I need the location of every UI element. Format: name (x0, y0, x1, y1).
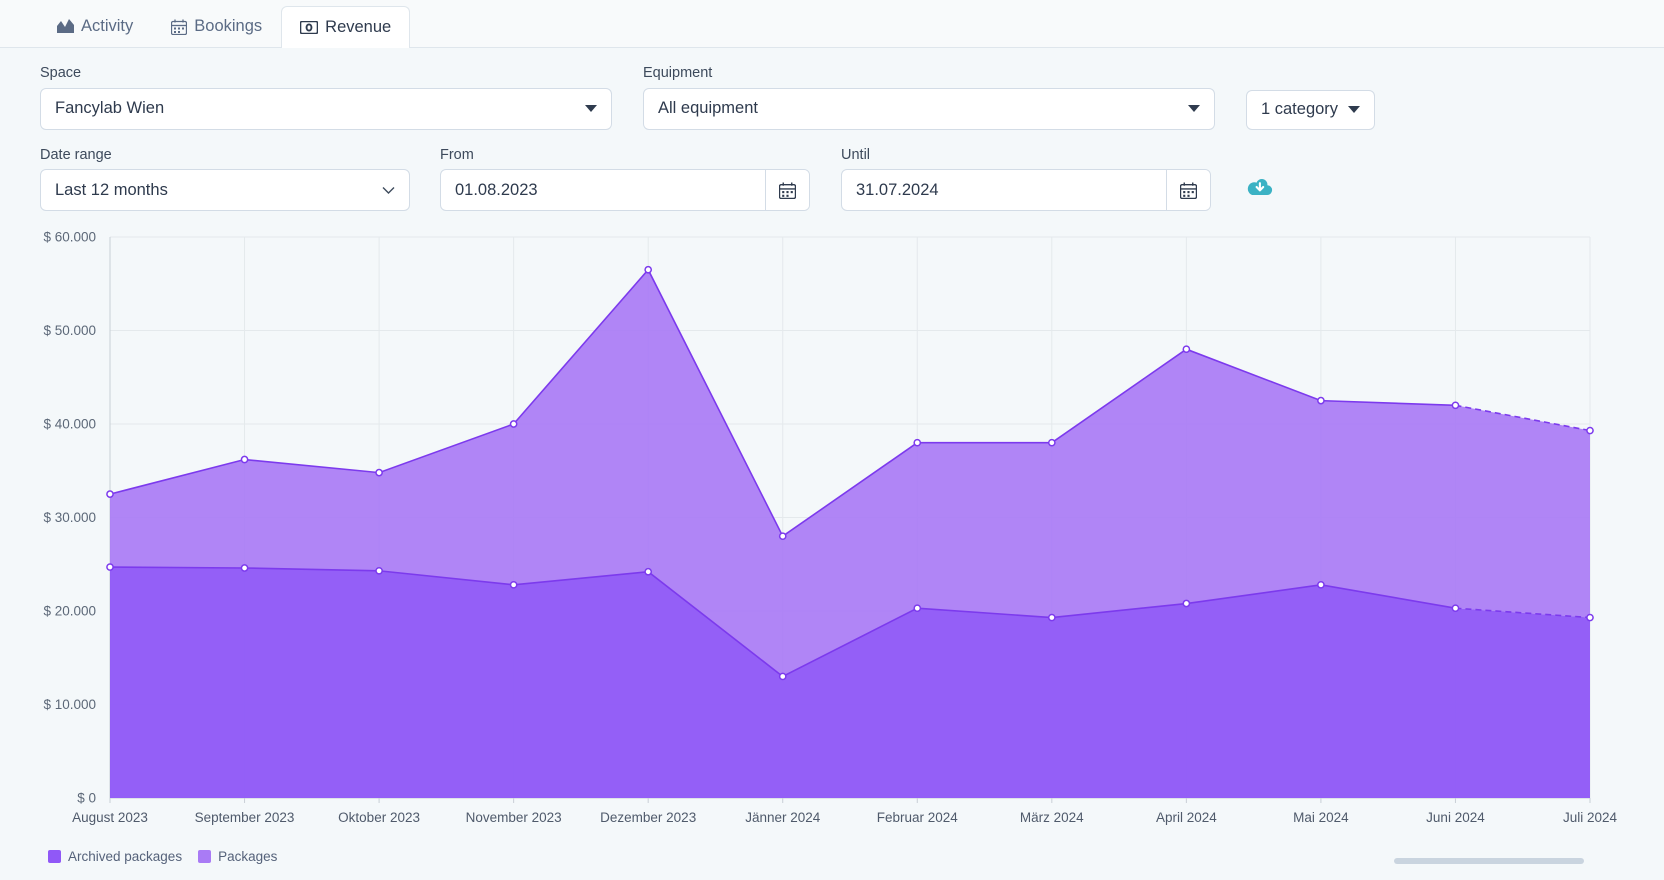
x-tick-label: Juni 2024 (1426, 810, 1485, 825)
category-field: 1 category (1246, 89, 1376, 130)
x-tick-label: August 2023 (72, 810, 148, 825)
chart-data-point[interactable] (1317, 580, 1325, 589)
x-tick-label: Mai 2024 (1293, 810, 1349, 825)
money-icon (300, 20, 319, 34)
until-input[interactable]: 31.07.2024 (841, 169, 1211, 211)
x-tick-label: September 2023 (195, 810, 295, 825)
chart-data-point[interactable] (1047, 438, 1056, 447)
from-value: 01.08.2023 (455, 180, 538, 199)
x-tick-label: Juli 2024 (1563, 810, 1618, 825)
filters-row-2: Date range Last 12 months From 01.08.202… (40, 146, 1624, 211)
x-tick-label: November 2023 (466, 810, 562, 825)
legend-label-archived: Archived packages (68, 849, 183, 864)
y-tick-label: $ 60.000 (43, 230, 96, 245)
chart-data-point[interactable] (1451, 604, 1460, 613)
category-value: 1 category (1261, 100, 1339, 118)
y-tick-label: $ 30.000 (43, 510, 96, 525)
legend-item-packages[interactable]: Packages (198, 849, 277, 864)
x-tick-label: Dezember 2023 (600, 810, 696, 825)
equipment-value: All equipment (658, 99, 758, 117)
tab-revenue-label: Revenue (325, 17, 392, 36)
chart-data-point[interactable] (1182, 345, 1191, 354)
date-range-value: Last 12 months (55, 180, 168, 199)
equipment-label: Equipment (643, 65, 713, 81)
tab-activity-label: Activity (81, 17, 134, 35)
space-field: Space Fancylab Wien (40, 66, 612, 130)
revenue-chart: $ 60.000 $ 50.000 $ 40.000 $ 30.000 $ 20.000… (0, 211, 1664, 864)
tab-revenue[interactable]: Revenue (281, 6, 411, 48)
chart-data-point[interactable] (509, 580, 518, 589)
revenue-area-chart[interactable]: $ 60.000 $ 50.000 $ 40.000 $ 30.000 $ 20.000… (0, 225, 1664, 845)
from-field: From 01.08.2023 (440, 146, 810, 211)
chart-data-point[interactable] (375, 566, 383, 575)
from-input[interactable]: 01.08.2023 (440, 169, 810, 211)
date-range-field: Date range Last 12 months (40, 146, 410, 211)
chart-data-point[interactable] (1047, 613, 1056, 622)
from-label: From (440, 146, 474, 163)
legend-swatch-packages (198, 850, 212, 863)
x-tick-label: Oktober 2023 (338, 810, 420, 825)
y-tick-label: $ 10.000 (43, 697, 96, 712)
chart-data-point[interactable] (1451, 401, 1460, 410)
category-button[interactable]: 1 category (1246, 89, 1376, 130)
chevron-down-icon (1188, 105, 1200, 112)
chart-data-point[interactable] (644, 567, 653, 576)
date-range-label: Date range (40, 146, 112, 163)
tab-activity[interactable]: Activity (38, 5, 152, 47)
legend-item-archived-packages[interactable]: Archived packages (48, 849, 182, 864)
chart-data-point[interactable] (375, 468, 383, 477)
chart-data-point[interactable] (1586, 426, 1594, 435)
until-value: 31.07.2024 (856, 180, 939, 199)
x-tick-label: Jänner 2024 (745, 810, 821, 825)
chevron-down-icon (1348, 106, 1361, 113)
space-label: Space (40, 65, 82, 81)
x-tick-label: April 2024 (1156, 810, 1217, 825)
chart-data-point[interactable] (106, 490, 114, 498)
filters-panel: Space Fancylab Wien Equipment All equipm… (0, 48, 1664, 211)
area-chart-icon (57, 19, 74, 34)
calendar-icon (171, 19, 188, 35)
legend-label-packages: Packages (218, 849, 278, 864)
download-button[interactable] (1243, 172, 1277, 206)
y-tick-label: $ 20.000 (43, 604, 96, 619)
chart-x-axis: August 2023 September 2023 Oktober 2023 Nov… (72, 798, 1618, 825)
chart-data-point[interactable] (1182, 599, 1191, 608)
until-calendar-icon[interactable] (1166, 170, 1210, 210)
chart-data-point[interactable] (1586, 613, 1594, 622)
chart-data-point[interactable] (509, 420, 518, 428)
x-tick-label: März 2024 (1020, 810, 1084, 825)
space-value: Fancylab Wien (55, 99, 165, 117)
tab-bookings[interactable]: Bookings (152, 5, 281, 47)
chart-data-point[interactable] (106, 563, 114, 571)
y-tick-label: $ 40.000 (43, 417, 96, 432)
until-field: Until 31.07.2024 (841, 146, 1211, 211)
chevron-down-icon (382, 186, 395, 195)
chart-data-point[interactable] (913, 438, 922, 447)
chevron-down-icon (585, 105, 597, 112)
chart-data-point[interactable] (778, 532, 787, 541)
date-range-select[interactable]: Last 12 months (40, 169, 410, 211)
chart-data-point[interactable] (778, 672, 787, 681)
chart-data-point[interactable] (1317, 396, 1325, 405)
until-label: Until (841, 146, 871, 163)
legend-swatch-archived (48, 850, 61, 863)
cloud-download-icon (1247, 177, 1273, 202)
chart-data-point[interactable] (240, 455, 249, 464)
from-calendar-icon[interactable] (765, 170, 809, 210)
equipment-select[interactable]: All equipment (643, 87, 1215, 130)
chart-data-point[interactable] (240, 564, 249, 572)
y-tick-label: $ 0 (77, 791, 96, 806)
space-select[interactable]: Fancylab Wien (40, 87, 612, 130)
chart-data-point[interactable] (644, 265, 653, 274)
tab-bookings-label: Bookings (194, 17, 263, 35)
equipment-field: Equipment All equipment (643, 66, 1215, 130)
y-tick-label: $ 50.000 (43, 323, 96, 338)
chart-data-point[interactable] (913, 604, 922, 613)
filters-row-1: Space Fancylab Wien Equipment All equipm… (40, 66, 1624, 130)
x-tick-label: Februar 2024 (877, 810, 959, 825)
chart-areas (110, 269, 1590, 798)
horizontal-scrollbar[interactable] (1394, 858, 1584, 864)
tab-bar: Activity Bookings Revenue (0, 0, 1664, 48)
chart-y-axis: $ 60.000 $ 50.000 $ 40.000 $ 30.000 $ 20.000… (43, 230, 96, 806)
